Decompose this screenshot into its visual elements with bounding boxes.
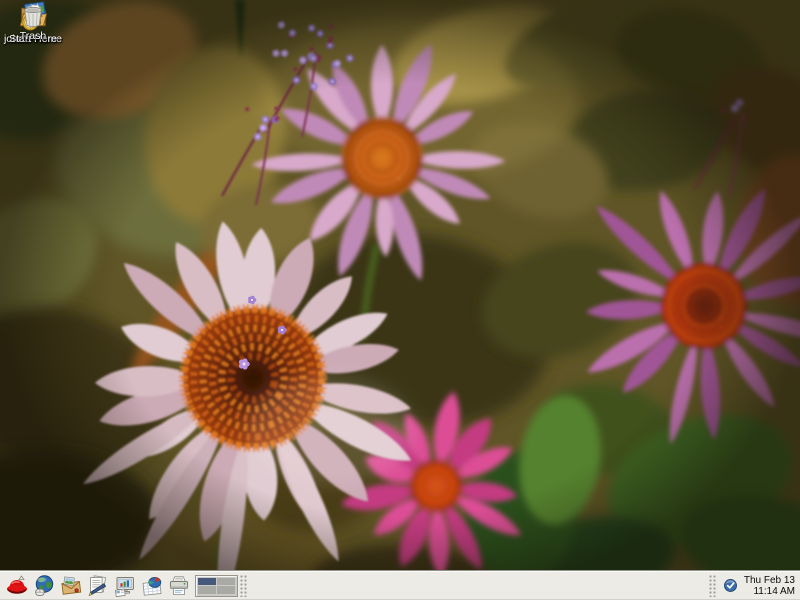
main-menu-button[interactable] [3, 573, 30, 599]
presentation-icon [113, 574, 137, 598]
clock-time: 11:14 AM [744, 586, 795, 597]
workspace-1[interactable] [198, 578, 216, 586]
workspace-3[interactable] [198, 586, 216, 594]
word-processor-launcher[interactable] [84, 573, 111, 599]
notification-area: Thu Feb 13 11:14 AM [707, 575, 797, 597]
bottom-panel: Thu Feb 13 11:14 AM [0, 570, 800, 600]
workspace-2[interactable] [217, 578, 235, 586]
spreadsheet-icon [140, 574, 164, 598]
desktop-icon-label: Trash [20, 31, 46, 42]
workspace-4[interactable] [217, 586, 235, 594]
alert-notification-button[interactable] [721, 576, 741, 596]
printer-icon [167, 574, 191, 598]
workspace-switcher [195, 575, 238, 597]
web-browser-globe-icon [32, 574, 56, 598]
clock-date: Thu Feb 13 [744, 575, 795, 586]
desktop-icon-trash[interactable]: Trash [0, 0, 66, 42]
desktop-wallpaper [0, 0, 800, 600]
clock[interactable]: Thu Feb 13 11:14 AM [744, 575, 797, 597]
email-icon [59, 574, 83, 598]
trash-can-icon [18, 0, 48, 30]
web-browser-launcher[interactable] [30, 573, 57, 599]
alert-notification-icon [722, 577, 739, 594]
panel-drag-handle[interactable] [240, 575, 247, 597]
spreadsheet-launcher[interactable] [138, 573, 165, 599]
email-launcher[interactable] [57, 573, 84, 599]
panel-drag-handle[interactable] [709, 575, 716, 597]
printer-launcher[interactable] [165, 573, 192, 599]
red-hat-menu-icon [5, 574, 29, 598]
presentation-launcher[interactable] [111, 573, 138, 599]
word-processor-icon [86, 574, 110, 598]
desktop-screen: john's Home Start Here [0, 0, 800, 600]
